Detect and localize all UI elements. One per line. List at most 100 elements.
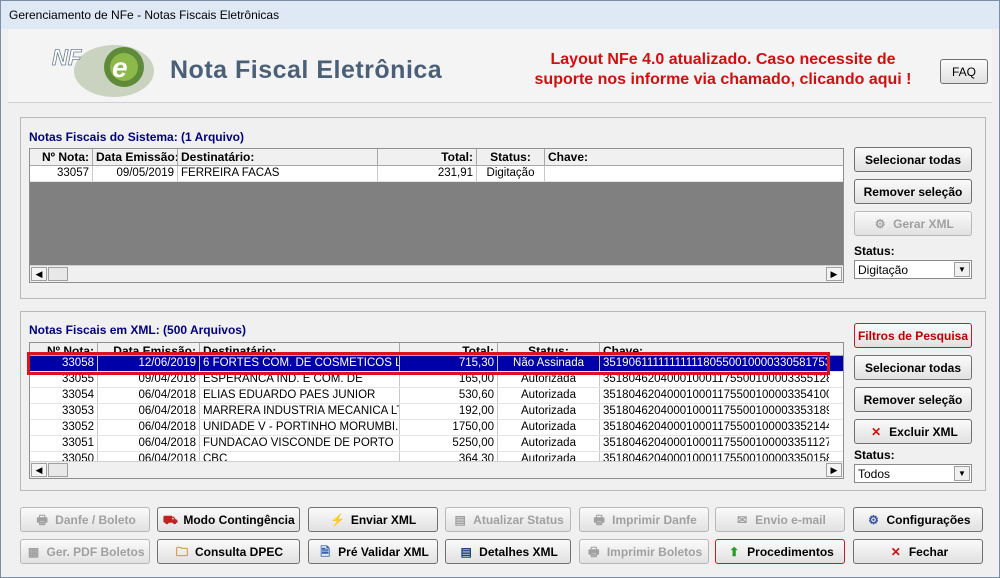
- fechar-button[interactable]: ✕ Fechar: [853, 539, 983, 564]
- scroll-thumb[interactable]: [48, 267, 68, 281]
- chevron-down-icon[interactable]: ▼: [954, 262, 970, 277]
- table-row[interactable]: 33052 06/04/2018 UNIDADE V - PORTINHO MORU…: [30, 420, 843, 436]
- cell-status: Autorizada: [498, 420, 600, 435]
- imprimir-danfe-button[interactable]: 🖶 Imprimir Danfe: [579, 507, 709, 532]
- envio-email-button[interactable]: ✉ Envio e-mail: [715, 507, 845, 532]
- detalhes-xml-button[interactable]: ▤ Detalhes XML: [445, 539, 571, 564]
- system-status-label: Status:: [854, 244, 895, 258]
- arrow-up-icon: ⬆: [729, 544, 740, 559]
- remove-selection-label: Remover seleção: [863, 184, 963, 199]
- notice-line-2[interactable]: suporte nos informe via chamado, clicand…: [513, 70, 933, 90]
- cell-total: 5250,00: [400, 436, 498, 451]
- pre-validar-xml-button[interactable]: 🗎 Pré Validar XML: [308, 539, 438, 564]
- cell-status: Digitação: [477, 166, 545, 181]
- filtros-pesquisa-button[interactable]: Filtros de Pesquisa: [854, 323, 972, 348]
- cell-chave: 35180462040001000117550010000335112771: [603, 437, 829, 449]
- procedimentos-button[interactable]: ⬆ Procedimentos: [715, 539, 845, 564]
- cell-data: 06/04/2018: [98, 404, 200, 419]
- remove-selection-xml-button[interactable]: Remover seleção: [854, 387, 972, 412]
- cell-chave: 35180462040001000117550010000335410014: [603, 389, 829, 401]
- horizontal-scrollbar[interactable]: ◀ ▶: [30, 461, 843, 478]
- gerar-xml-button[interactable]: ⚙ Gerar XML: [854, 211, 972, 236]
- banner: NF e Nota Fiscal Eletrônica Layout NFe 4…: [8, 29, 992, 103]
- cell-numero: 33052: [30, 420, 98, 435]
- check-document-icon: 🗎: [320, 544, 330, 559]
- detalhes-xml-label: Detalhes XML: [479, 544, 558, 559]
- configuracoes-button[interactable]: ⚙ Configurações: [853, 507, 983, 532]
- cell-destinatario: UNIDADE V - PORTINHO MORUMBI.: [200, 420, 400, 435]
- table-row[interactable]: 33054 06/04/2018 ELIAS EDUARDO PAES JUNIOR…: [30, 388, 843, 404]
- select-all-label: Selecionar todas: [864, 152, 962, 167]
- cell-status: Autorizada: [498, 404, 600, 419]
- select-all-label: Selecionar todas: [864, 360, 962, 375]
- printer-icon: 🖶: [593, 512, 605, 527]
- fechar-label: Fechar: [908, 544, 949, 559]
- enviar-xml-label: Enviar XML: [350, 512, 417, 527]
- modo-contingencia-button[interactable]: ⛟ Modo Contingência: [157, 507, 300, 532]
- cell-numero: 33054: [30, 388, 98, 403]
- scroll-right-icon[interactable]: ▶: [826, 267, 842, 281]
- col-numero[interactable]: Nº Nota:: [30, 149, 93, 165]
- cell-total: 231,91: [378, 166, 477, 181]
- remove-selection-system-button[interactable]: Remover seleção: [854, 179, 972, 204]
- faq-label: FAQ: [951, 64, 976, 79]
- danfe-boleto-button[interactable]: 🖶 Danfe / Boleto: [20, 507, 150, 532]
- configuracoes-label: Configurações: [886, 512, 971, 527]
- table-row[interactable]: 33053 06/04/2018 MARRERA INDUSTRIA MECANIC…: [30, 404, 843, 420]
- main-window: Gerenciamento de NFe - Notas Fiscais Ele…: [0, 0, 1000, 578]
- consulta-dpec-button[interactable]: 🗀 Consulta DPEC: [157, 539, 300, 564]
- window-title: Gerenciamento de NFe - Notas Fiscais Ele…: [1, 1, 999, 29]
- document-icon: ▤: [454, 512, 466, 527]
- imprimir-danfe-label: Imprimir Danfe: [612, 512, 697, 527]
- imprimir-boletos-button[interactable]: 🖶 Imprimir Boletos: [579, 539, 709, 564]
- cell-status: Autorizada: [498, 436, 600, 451]
- scroll-right-icon[interactable]: ▶: [826, 463, 842, 477]
- scroll-left-icon[interactable]: ◀: [31, 267, 47, 281]
- select-all-system-button[interactable]: Selecionar todas: [854, 147, 972, 172]
- close-icon: ✕: [890, 544, 901, 559]
- scroll-left-icon[interactable]: ◀: [31, 463, 47, 477]
- car-icon: ⛟: [162, 512, 178, 527]
- cell-total: 192,00: [400, 404, 498, 419]
- chevron-down-icon[interactable]: ▼: [954, 466, 970, 481]
- procedimentos-label: Procedimentos: [747, 544, 834, 559]
- excluir-xml-button[interactable]: ✕ Excluir XML: [854, 419, 972, 444]
- cell-chave: [545, 166, 820, 181]
- cell-total: 530,60: [400, 388, 498, 403]
- atualizar-status-button[interactable]: ▤ Atualizar Status: [445, 507, 571, 532]
- lightning-icon: ⚡: [330, 512, 346, 527]
- envio-email-label: Envio e-mail: [755, 512, 826, 527]
- horizontal-scrollbar[interactable]: ◀ ▶: [30, 265, 843, 282]
- highlight-box: [27, 352, 830, 375]
- cell-destinatario: FUNDACAO VISCONDE DE PORTO: [200, 436, 400, 451]
- col-destinatario[interactable]: Destinatário:: [178, 149, 378, 165]
- col-data[interactable]: Data Emissão:: [93, 149, 178, 165]
- support-notice-link[interactable]: Layout NFe 4.0 atualizado. Caso necessit…: [513, 50, 933, 90]
- col-chave[interactable]: Chave:: [545, 149, 820, 165]
- xml-status-select[interactable]: Todos ▼: [854, 464, 972, 483]
- system-notes-grid[interactable]: Nº Nota: Data Emissão: Destinatário: Tot…: [29, 148, 844, 283]
- email-icon: ✉: [737, 512, 748, 527]
- table-row[interactable]: 33051 06/04/2018 FUNDACAO VISCONDE DE PORT…: [30, 436, 843, 452]
- grid-header: Nº Nota: Data Emissão: Destinatário: Tot…: [30, 149, 843, 166]
- col-total[interactable]: Total:: [378, 149, 477, 165]
- system-panel-title: Notas Fiscais do Sistema: (1 Arquivo): [29, 130, 244, 144]
- imprimir-boletos-label: Imprimir Boletos: [606, 544, 703, 559]
- faq-button[interactable]: FAQ: [940, 59, 988, 84]
- system-notes-panel: Notas Fiscais do Sistema: (1 Arquivo) Nº…: [20, 117, 986, 299]
- ger-pdf-boletos-button[interactable]: ▦ Ger. PDF Boletos: [20, 539, 150, 564]
- cell-numero: 33051: [30, 436, 98, 451]
- gerar-xml-label: Gerar XML: [893, 216, 954, 231]
- pre-validar-xml-label: Pré Validar XML: [338, 544, 429, 559]
- system-status-select[interactable]: Digitação ▼: [854, 260, 972, 279]
- enviar-xml-button[interactable]: ⚡ Enviar XML: [308, 507, 438, 532]
- svg-text:e: e: [112, 52, 128, 83]
- col-status[interactable]: Status:: [477, 149, 545, 165]
- scroll-thumb[interactable]: [48, 463, 68, 477]
- table-row[interactable]: 33057 09/05/2019 FERREIRA FACAS 231,91 D…: [30, 166, 843, 182]
- cell-data: 06/04/2018: [98, 388, 200, 403]
- notice-line-1[interactable]: Layout NFe 4.0 atualizado. Caso necessit…: [513, 50, 933, 70]
- cell-destinatario: MARRERA INDUSTRIA MECANICA LTDA: [200, 404, 400, 419]
- printer-icon: 🖶: [588, 544, 600, 559]
- select-all-xml-button[interactable]: Selecionar todas: [854, 355, 972, 380]
